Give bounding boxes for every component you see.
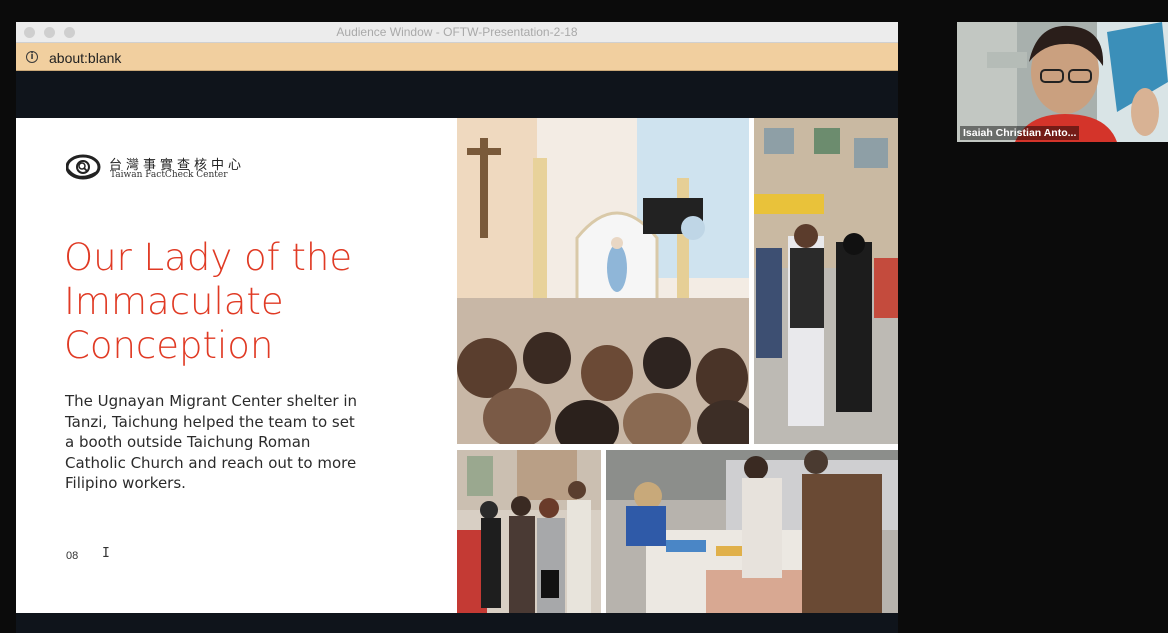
slide-title: Our Lady of the Immaculate Conception [64, 236, 353, 367]
logo-english-text: Taiwan FactCheck Center [110, 170, 228, 180]
slide-body-text: The Ugnayan Migrant Center shelter in Ta… [65, 392, 358, 492]
url-text[interactable]: about:blank [49, 50, 121, 66]
booth-group-photo [457, 450, 601, 613]
url-bar[interactable]: i about:blank [16, 43, 898, 71]
info-icon[interactable]: i [26, 51, 38, 63]
street-walking-photo [754, 118, 898, 444]
slide: 台灣事實查核中心 Taiwan FactCheck Center Our Lad… [16, 118, 898, 613]
participant-name-label: Isaiah Christian Anto... [960, 126, 1080, 140]
audience-window: Audience Window - OFTW-Presentation-2-18… [16, 22, 898, 633]
window-titlebar[interactable]: Audience Window - OFTW-Presentation-2-18 [16, 22, 898, 43]
fact-check-center-logo: 台灣事實查核中心 Taiwan FactCheck Center [66, 151, 266, 185]
church-interior-photo [457, 118, 749, 444]
slide-page-number: 08 [66, 550, 79, 562]
window-title: Audience Window - OFTW-Presentation-2-18 [336, 25, 578, 39]
eye-logo-icon [66, 154, 101, 180]
presentation-stage: 台灣事實查核中心 Taiwan FactCheck Center Our Lad… [16, 72, 898, 633]
participant-video-tile[interactable]: Isaiah Christian Anto... [957, 22, 1168, 142]
text-cursor-icon: I [102, 546, 110, 561]
participant-video-feed [957, 22, 1168, 142]
info-table-photo [606, 450, 898, 613]
